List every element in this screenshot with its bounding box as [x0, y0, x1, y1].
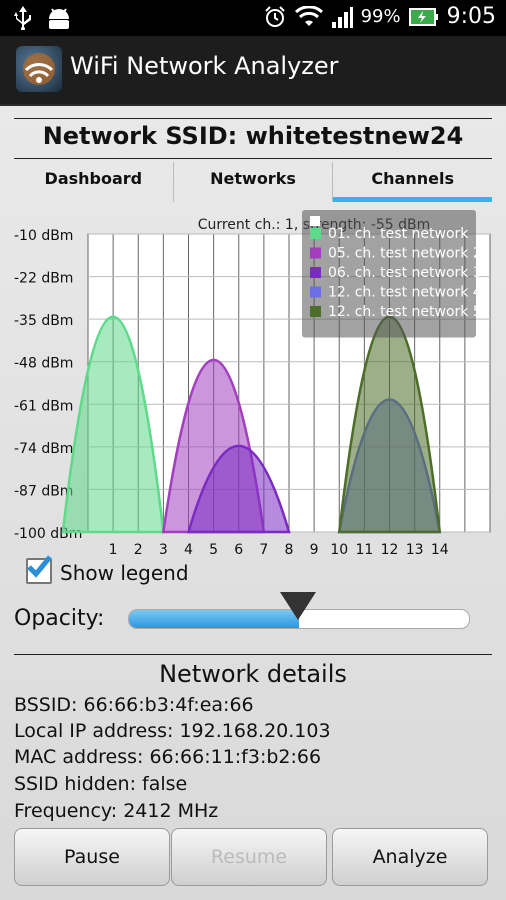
battery-percent: 99% [360, 6, 401, 27]
tab-networks[interactable]: Networks [172, 162, 333, 202]
checkmark-icon [27, 555, 52, 578]
y-tick-label: -48 dBm [14, 356, 73, 372]
legend-swatch [310, 286, 321, 298]
x-tick-label: 9 [310, 542, 319, 558]
x-tick-label: 1 [109, 542, 118, 558]
opacity-label: Opacity: [14, 606, 105, 631]
y-tick-label: -61 dBm [14, 398, 73, 414]
x-tick-label: 5 [209, 542, 218, 558]
local-ip-text: Local IP address: 192.168.20.103 [14, 720, 331, 742]
battery-charging-icon [408, 7, 438, 26]
y-tick-label: -35 dBm [14, 313, 73, 329]
y-tick-label: -10 dBm [14, 228, 73, 244]
mac-address-text: MAC address: 66:66:11:f3:b2:66 [14, 746, 322, 768]
tab-dashboard[interactable]: Dashboard [14, 162, 173, 202]
legend-swatch [310, 247, 321, 259]
network-details-title: Network details [159, 660, 347, 688]
x-tick-label: 14 [431, 542, 449, 558]
channel-chart-area: -10 dBm -22 dBm -35 dBm -48 dBm -61 dBm -74 d… [0, 208, 506, 558]
legend-label: 12. ch. test network 4 [328, 285, 482, 301]
action-bar: WiFi Network Analyzer [0, 36, 506, 106]
x-tick-label: 12 [381, 542, 399, 558]
ssid-hidden-text: SSID hidden: false [14, 773, 188, 795]
y-tick-label: -87 dBm [14, 483, 73, 499]
opacity-slider-thumb[interactable] [280, 592, 316, 620]
legend-toggle-icon [310, 216, 320, 226]
show-legend-checkbox[interactable] [26, 555, 52, 584]
network-ssid-title: Network SSID: whitetestnew24 [42, 122, 464, 150]
android-icon [49, 8, 69, 29]
signal-icon [331, 6, 353, 28]
tab-channels[interactable]: Channels [332, 162, 492, 202]
x-tick-label: 6 [234, 542, 243, 558]
usb-icon [14, 6, 31, 30]
legend-swatch [310, 267, 321, 278]
divider [14, 118, 492, 119]
app-logo-icon[interactable] [16, 46, 62, 92]
main-content: Network SSID: whitetestnew24 Dashboard N… [0, 106, 506, 900]
clock: 9:05 [446, 4, 496, 29]
x-tick-label: 3 [159, 542, 168, 558]
divider [14, 654, 492, 655]
legend-label: 05. ch. test network 2 [328, 246, 482, 262]
x-tick-label: 8 [285, 542, 294, 558]
pause-button[interactable]: Pause [14, 828, 170, 886]
y-tick-label: -74 dBm [14, 441, 73, 457]
legend-label: 01. ch. test network [328, 226, 469, 242]
divider [14, 158, 492, 159]
alarm-icon [264, 5, 285, 27]
x-tick-label: 10 [330, 542, 348, 558]
legend-label: 06. ch. test network 3 [328, 265, 482, 281]
bssid-text: BSSID: 66:66:b3:4f:ea:66 [14, 694, 254, 716]
y-tick-label: -22 dBm [14, 271, 73, 287]
app-title: WiFi Network Analyzer [70, 52, 339, 80]
analyze-button[interactable]: Analyze [332, 828, 488, 886]
x-tick-label: 11 [355, 542, 373, 558]
x-tick-label: 7 [259, 542, 268, 558]
resume-button[interactable]: Resume [171, 828, 327, 886]
tab-bar: Dashboard Networks Channels [14, 162, 492, 202]
x-tick-label: 2 [134, 542, 143, 558]
status-bar: 99% 9:05 [0, 0, 506, 36]
legend-swatch [310, 306, 321, 317]
opacity-slider-fill [129, 610, 299, 628]
show-legend-label: Show legend [60, 561, 189, 585]
legend-label: 12. ch. test network 5 [328, 304, 482, 320]
legend-swatch [310, 228, 321, 239]
x-tick-label: 4 [184, 542, 193, 558]
channel-chart: -10 dBm -22 dBm -35 dBm -48 dBm -61 dBm -74 d… [14, 210, 491, 558]
wifi-icon [294, 5, 323, 26]
frequency-text: Frequency: 2412 MHz [14, 800, 219, 822]
x-tick-label: 13 [406, 542, 424, 558]
